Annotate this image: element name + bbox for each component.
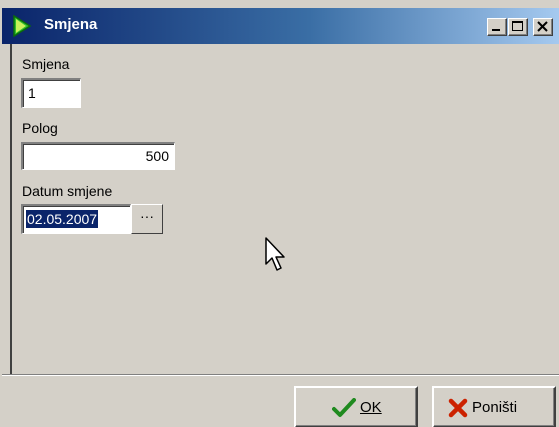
ok-label: OK	[360, 399, 382, 416]
smjena-label: Smjena	[22, 56, 70, 72]
maximize-icon	[512, 21, 523, 31]
dialog-window: Smjena Smjena 1 Polog 500 Datum smjene 0…	[0, 0, 559, 427]
frame-border	[10, 44, 12, 374]
datum-label: Datum smjene	[22, 183, 113, 199]
ok-button[interactable]: OK	[294, 386, 418, 427]
polog-field[interactable]: 500	[21, 142, 175, 170]
x-icon	[448, 398, 468, 422]
button-bar-separator	[2, 374, 559, 376]
date-picker-button[interactable]: ···	[131, 204, 163, 234]
mouse-cursor-icon	[265, 237, 289, 278]
polog-label: Polog	[22, 120, 58, 136]
close-button[interactable]	[533, 18, 553, 36]
maximize-button[interactable]	[508, 18, 528, 36]
title-bar[interactable]: Smjena	[2, 8, 559, 44]
check-icon	[332, 398, 356, 422]
minimize-button[interactable]	[487, 18, 507, 36]
datum-value-selected: 02.05.2007	[26, 210, 99, 228]
minimize-icon	[492, 29, 500, 31]
cancel-label: Poništi	[472, 399, 518, 416]
cancel-button[interactable]: Poništi	[432, 386, 556, 427]
app-play-icon	[12, 14, 32, 38]
datum-field[interactable]: 02.05.2007	[21, 204, 131, 234]
smjena-field[interactable]: 1	[21, 78, 81, 108]
window-title: Smjena	[44, 16, 98, 33]
close-icon	[537, 21, 548, 32]
